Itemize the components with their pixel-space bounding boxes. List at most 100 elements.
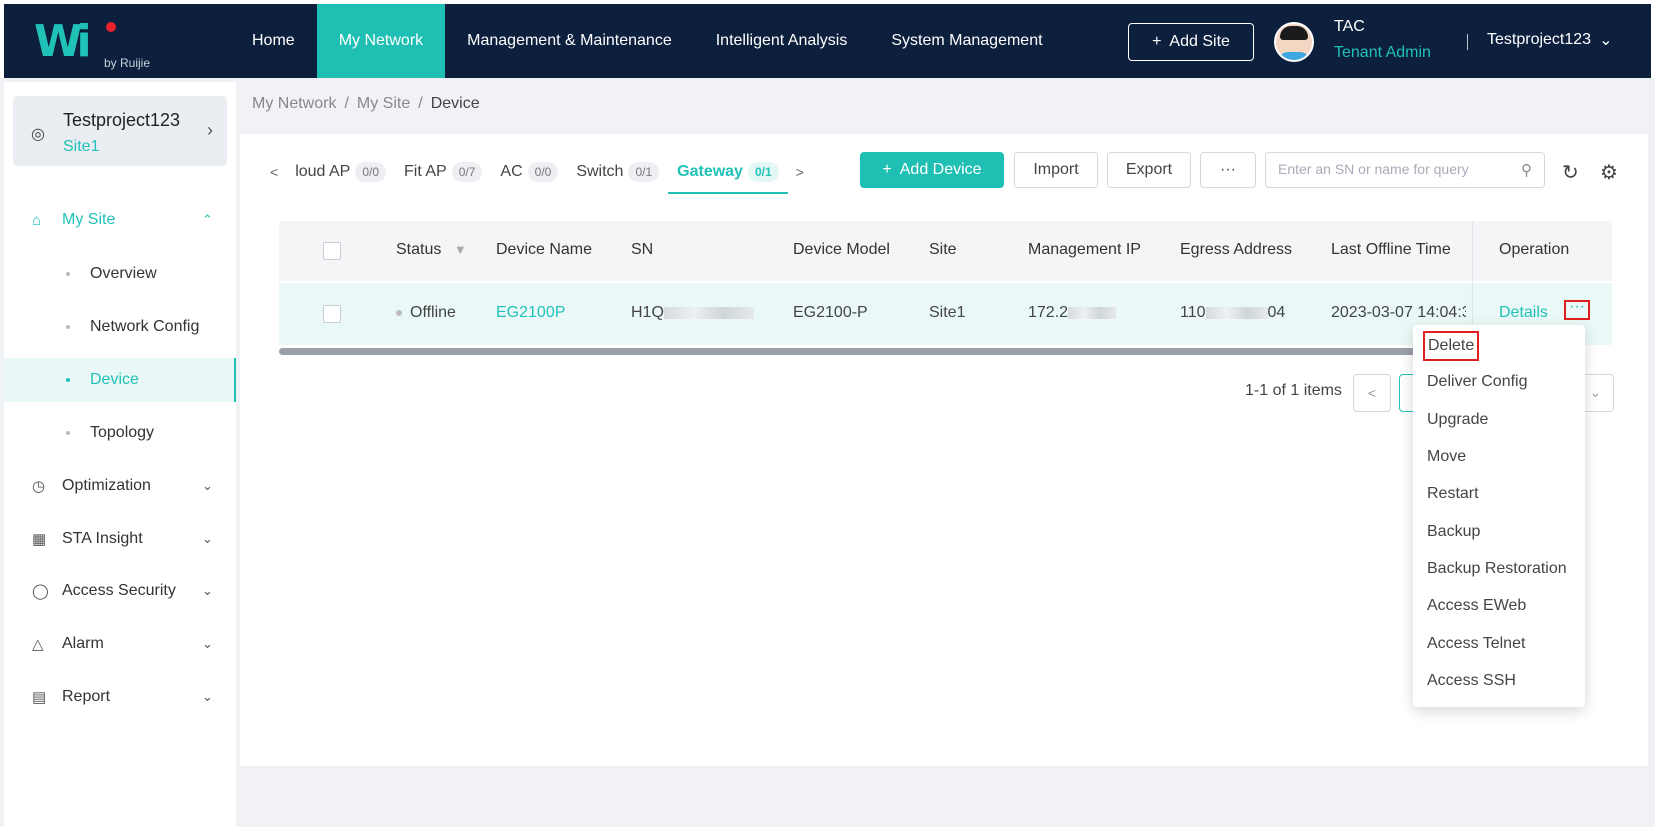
gauge-icon: ◷ — [32, 478, 46, 495]
redacted-ip — [1068, 306, 1117, 319]
sidebar-subitem-label: Overview — [90, 265, 157, 282]
sidebar-site-name: Site1 — [63, 138, 100, 155]
tab-fit-ap[interactable]: Fit AP 0/7 — [395, 150, 491, 194]
shield-icon: ◯ — [32, 583, 49, 600]
chevron-down-icon: ⌄ — [1590, 385, 1601, 400]
breadcrumb: My Network / My Site / Device — [252, 95, 480, 113]
sidebar-item-label: STA Insight — [62, 530, 143, 547]
details-link[interactable]: Details — [1499, 304, 1548, 322]
breadcrumb-separator: / — [418, 95, 423, 112]
nav-system-management[interactable]: System Management — [869, 4, 1064, 78]
menu-item-access-telnet[interactable]: Access Telnet — [1427, 635, 1525, 653]
horizontal-scrollbar[interactable] — [279, 348, 1479, 355]
nav-home[interactable]: Home — [230, 4, 317, 78]
sn-prefix: H1Q — [631, 304, 664, 321]
tab-count-badge: 0/1 — [747, 162, 779, 182]
refresh-icon[interactable]: ↻ — [1562, 160, 1579, 185]
menu-item-backup-restoration[interactable]: Backup Restoration — [1427, 560, 1567, 578]
add-device-button[interactable]: + Add Device — [860, 152, 1004, 188]
egress-address: 110 04 — [1180, 304, 1285, 322]
filter-icon[interactable]: ▼ — [454, 242, 467, 257]
tab-count-badge: 0/1 — [628, 162, 660, 182]
sidebar-item-label: My Site — [62, 211, 116, 228]
prev-page-button[interactable]: < — [1353, 374, 1391, 412]
user-name: TAC — [1334, 18, 1365, 35]
sidebar-item-sta-insight[interactable]: ▦ STA Insight ⌄ — [4, 517, 236, 561]
report-icon: ▤ — [32, 689, 47, 706]
column-site: Site — [929, 241, 957, 258]
tab-scroll-left-icon[interactable]: < — [262, 164, 286, 180]
chevron-down-icon: ⌄ — [202, 689, 213, 704]
import-button[interactable]: Import — [1014, 152, 1098, 188]
menu-item-deliver-config[interactable]: Deliver Config — [1427, 373, 1527, 391]
sidebar-item-optimization[interactable]: ◷ Optimization ⌄ — [4, 464, 236, 508]
nav-my-network[interactable]: My Network — [316, 4, 446, 78]
plus-icon: + — [1152, 33, 1162, 50]
sidebar-item-label: Access Security — [62, 582, 176, 599]
menu-item-move[interactable]: Move — [1427, 448, 1466, 466]
tab-switch[interactable]: Switch 0/1 — [567, 150, 668, 194]
nav-management-maintenance[interactable]: Management & Maintenance — [445, 4, 694, 78]
sidebar-subitem-device[interactable]: Device — [4, 358, 236, 402]
ip-prefix: 172.2 — [1028, 304, 1069, 321]
operation-dropdown-menu: Delete Deliver Config Upgrade Move Resta… — [1413, 325, 1585, 707]
menu-item-access-eweb[interactable]: Access EWeb — [1427, 597, 1526, 615]
device-status-text: Offline — [410, 304, 456, 321]
gear-icon[interactable]: ⚙ — [1600, 160, 1618, 185]
user-avatar[interactable] — [1274, 22, 1314, 62]
chevron-up-icon: ⌃ — [202, 212, 213, 227]
management-ip: 172.2 — [1028, 304, 1117, 322]
select-all-checkbox[interactable] — [323, 242, 341, 260]
row-more-actions-button[interactable]: ··· — [1564, 299, 1590, 320]
chevron-down-icon: ⌄ — [202, 531, 213, 546]
device-name-link[interactable]: EG2100P — [496, 304, 565, 322]
breadcrumb-my-site[interactable]: My Site — [357, 95, 410, 113]
nav-intelligent-analysis[interactable]: Intelligent Analysis — [694, 4, 870, 78]
tab-label: AC — [500, 163, 523, 180]
search-input[interactable] — [1278, 161, 1508, 177]
status-dot — [396, 309, 402, 316]
breadcrumb-separator: / — [344, 95, 349, 112]
tab-label: Fit AP — [404, 163, 447, 180]
column-management-ip: Management IP — [1028, 241, 1141, 258]
sidebar-item-report[interactable]: ▤ Report ⌄ — [4, 675, 236, 719]
export-button[interactable]: Export — [1107, 152, 1191, 188]
chevron-right-icon: › — [207, 120, 213, 140]
sidebar-item-access-security[interactable]: ◯ Access Security ⌄ — [4, 569, 236, 613]
user-role: Tenant Admin — [1334, 44, 1431, 61]
more-actions-button[interactable]: ··· — [1200, 152, 1256, 188]
column-device-name: Device Name — [496, 241, 593, 258]
add-site-button[interactable]: + Add Site — [1128, 23, 1254, 61]
sidebar-item-my-site[interactable]: ⌂ My Site ⌃ — [4, 198, 236, 242]
menu-item-access-ssh[interactable]: Access SSH — [1427, 672, 1516, 690]
tab-scroll-right-icon[interactable]: > — [788, 164, 812, 180]
sidebar-subitem-network-config[interactable]: Network Config — [4, 305, 236, 349]
project-site-card[interactable]: ◎ Testproject123 Site1 › — [13, 96, 227, 166]
search-icon[interactable]: ⚲ — [1521, 161, 1532, 179]
egress-suffix: 04 — [1267, 304, 1286, 321]
breadcrumb-my-network[interactable]: My Network — [252, 95, 336, 113]
menu-item-delete[interactable]: Delete — [1423, 331, 1480, 361]
ruijie-logo[interactable]: Wi by Ruijie — [34, 16, 164, 72]
menu-item-backup[interactable]: Backup — [1427, 523, 1480, 541]
chevron-down-icon: ⌄ — [202, 636, 213, 651]
menu-item-restart[interactable]: Restart — [1427, 485, 1479, 503]
sidebar-subitem-label: Topology — [90, 424, 155, 441]
building-icon: ▦ — [32, 531, 47, 548]
row-checkbox[interactable] — [323, 305, 341, 323]
main-nav: Home My Network Management & Maintenance… — [230, 4, 1065, 78]
sidebar-subitem-topology[interactable]: Topology — [4, 411, 236, 455]
menu-item-upgrade[interactable]: Upgrade — [1427, 411, 1488, 429]
sidebar-item-alarm[interactable]: △ Alarm ⌄ — [4, 622, 236, 666]
tab-gateway[interactable]: Gateway 0/1 — [668, 150, 788, 194]
device-model: EG2100-P — [793, 304, 868, 321]
tab-ac[interactable]: AC 0/0 — [491, 150, 567, 194]
column-device-model: Device Model — [793, 241, 890, 258]
sidebar-subitem-overview[interactable]: Overview — [4, 252, 236, 296]
tab-cloud-ap[interactable]: loud AP 0/0 — [286, 150, 395, 194]
avatar-hair — [1280, 26, 1308, 40]
project-selector[interactable]: Testproject123 ⌄ — [1487, 30, 1612, 50]
sidebar: ◎ Testproject123 Site1 › ⌂ My Site ⌃ Ove… — [4, 82, 236, 827]
column-status: Status ▼ — [396, 241, 467, 259]
add-site-label: Add Site — [1169, 33, 1230, 50]
